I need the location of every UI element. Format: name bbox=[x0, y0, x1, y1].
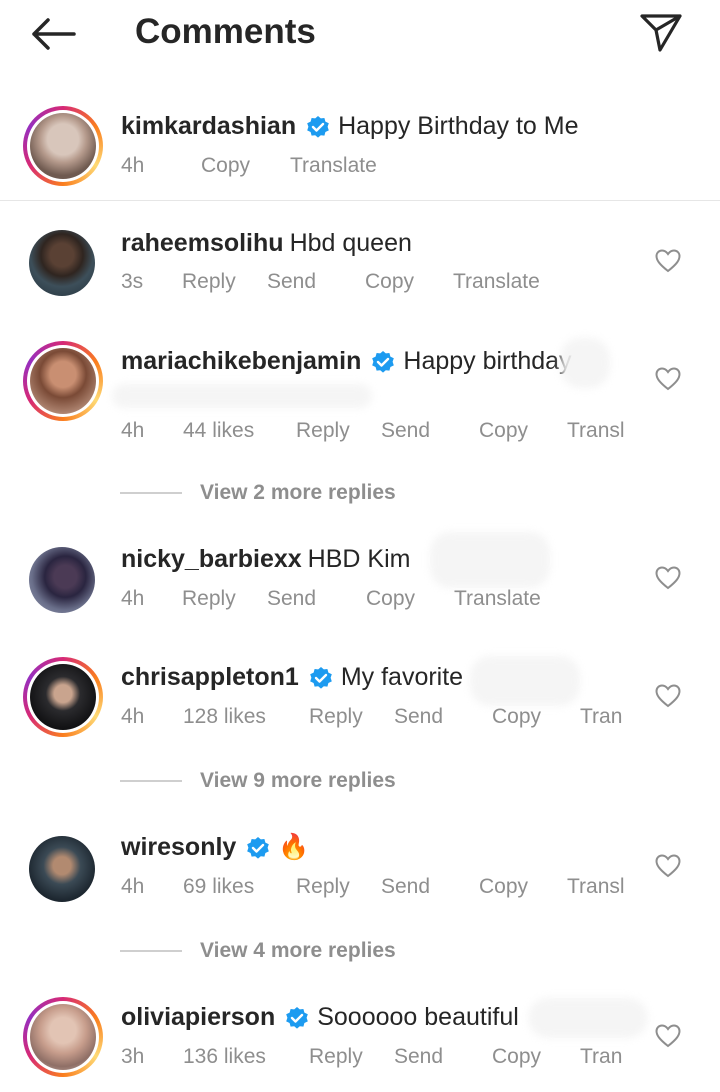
comment-text: Hbd queen bbox=[289, 229, 412, 257]
comment-text: My favorite bbox=[340, 663, 464, 691]
verified-badge-icon bbox=[306, 115, 330, 139]
avatar[interactable] bbox=[29, 836, 95, 902]
replies-line bbox=[120, 950, 182, 952]
username[interactable]: mariachikebenjamin bbox=[121, 347, 361, 376]
comment-line: chrisappleton1 My favorite bbox=[121, 663, 463, 692]
story-ring[interactable] bbox=[23, 657, 103, 737]
replies-line bbox=[120, 780, 182, 782]
view-more-replies-label[interactable]: View 9 more replies bbox=[200, 769, 396, 793]
verified-badge-icon bbox=[371, 350, 395, 374]
copy-button[interactable]: Copy bbox=[479, 875, 528, 899]
avatar[interactable] bbox=[30, 348, 96, 414]
heart-outline-icon[interactable] bbox=[655, 684, 681, 708]
timestamp: 4h bbox=[121, 875, 145, 898]
avatar[interactable] bbox=[30, 664, 96, 730]
username[interactable]: kimkardashian bbox=[121, 112, 296, 141]
heart-outline-icon[interactable] bbox=[655, 367, 681, 391]
view-more-replies[interactable]: View 4 more replies bbox=[120, 939, 396, 963]
translate-button[interactable]: Translate bbox=[453, 270, 540, 294]
reply-button[interactable]: Reply bbox=[182, 270, 236, 294]
username[interactable]: oliviapierson bbox=[121, 1003, 275, 1032]
comment-text: Happy birthday bbox=[403, 347, 572, 375]
avatar[interactable] bbox=[29, 230, 95, 296]
send-button[interactable]: Send bbox=[267, 587, 316, 611]
translate-button[interactable]: Translate bbox=[454, 587, 541, 611]
copy-button[interactable]: Copy bbox=[366, 587, 415, 611]
story-ring[interactable] bbox=[23, 106, 103, 186]
timestamp: 4h bbox=[121, 705, 145, 728]
story-ring[interactable] bbox=[23, 997, 103, 1077]
timestamp: 4h bbox=[121, 419, 145, 442]
heart-outline-icon[interactable] bbox=[655, 566, 681, 590]
username[interactable]: wiresonly bbox=[121, 833, 236, 862]
send-button[interactable]: Send bbox=[381, 875, 430, 899]
username[interactable]: raheemsolihu bbox=[121, 229, 284, 258]
timestamp: 4h bbox=[121, 154, 145, 177]
view-more-replies[interactable]: View 2 more replies bbox=[120, 481, 396, 505]
redaction bbox=[560, 338, 610, 388]
timestamp: 4h bbox=[121, 587, 145, 610]
comment-text: 🔥 bbox=[278, 833, 310, 861]
translate-button[interactable]: Translate bbox=[290, 154, 377, 178]
redaction bbox=[112, 384, 372, 408]
story-ring[interactable] bbox=[23, 341, 103, 421]
avatar[interactable] bbox=[30, 1004, 96, 1070]
reply-button[interactable]: Reply bbox=[309, 1045, 363, 1069]
heart-outline-icon[interactable] bbox=[655, 249, 681, 273]
translate-button[interactable]: Tran bbox=[580, 705, 622, 729]
likes-count[interactable]: 44 likes bbox=[183, 419, 254, 443]
likes-count[interactable]: 69 likes bbox=[183, 875, 254, 899]
page-title: Comments bbox=[135, 12, 316, 51]
view-more-replies-label[interactable]: View 4 more replies bbox=[200, 939, 396, 963]
send-button[interactable]: Send bbox=[394, 705, 443, 729]
redaction bbox=[528, 998, 648, 1038]
verified-badge-icon bbox=[309, 666, 333, 690]
likes-count[interactable]: 128 likes bbox=[183, 705, 266, 729]
redaction bbox=[470, 656, 580, 706]
comment-line: mariachikebenjamin Happy birthday bbox=[121, 347, 572, 376]
send-button[interactable]: Send bbox=[394, 1045, 443, 1069]
comment-line: oliviapierson Soooooo beautiful bbox=[121, 1003, 519, 1032]
view-more-replies-label[interactable]: View 2 more replies bbox=[200, 481, 396, 505]
copy-button[interactable]: Copy bbox=[365, 270, 414, 294]
reply-button[interactable]: Reply bbox=[296, 875, 350, 899]
reply-button[interactable]: Reply bbox=[296, 419, 350, 443]
divider bbox=[0, 200, 720, 201]
send-button[interactable]: Send bbox=[381, 419, 430, 443]
replies-line bbox=[120, 492, 182, 494]
translate-button[interactable]: Transl bbox=[567, 419, 625, 443]
heart-outline-icon[interactable] bbox=[655, 1024, 681, 1048]
avatar[interactable] bbox=[29, 547, 95, 613]
reply-button[interactable]: Reply bbox=[182, 587, 236, 611]
avatar[interactable] bbox=[30, 113, 96, 179]
likes-count[interactable]: 136 likes bbox=[183, 1045, 266, 1069]
header-bar: Comments bbox=[0, 0, 720, 68]
caption-text: Happy Birthday to Me bbox=[338, 112, 579, 140]
comment-line: nicky_barbiexx HBD Kim bbox=[121, 545, 410, 574]
copy-button[interactable]: Copy bbox=[492, 1045, 541, 1069]
translate-button[interactable]: Transl bbox=[567, 875, 625, 899]
view-more-replies[interactable]: View 9 more replies bbox=[120, 769, 396, 793]
caption-line: kimkardashian Happy Birthday to Me bbox=[121, 112, 579, 141]
redaction bbox=[430, 532, 550, 588]
copy-button[interactable]: Copy bbox=[492, 705, 541, 729]
heart-outline-icon[interactable] bbox=[655, 854, 681, 878]
verified-badge-icon bbox=[285, 1006, 309, 1030]
copy-button[interactable]: Copy bbox=[201, 154, 250, 178]
copy-button[interactable]: Copy bbox=[479, 419, 528, 443]
verified-badge-icon bbox=[246, 836, 270, 860]
back-arrow-icon[interactable] bbox=[30, 16, 76, 52]
timestamp: 3s bbox=[121, 270, 144, 293]
translate-button[interactable]: Tran bbox=[580, 1045, 622, 1069]
comment-line: raheemsolihu Hbd queen bbox=[121, 229, 412, 258]
username[interactable]: nicky_barbiexx bbox=[121, 545, 302, 574]
comment-line: wiresonly 🔥 bbox=[121, 833, 309, 862]
timestamp: 3h bbox=[121, 1045, 145, 1068]
username[interactable]: chrisappleton1 bbox=[121, 663, 299, 692]
reply-button[interactable]: Reply bbox=[309, 705, 363, 729]
comment-text: HBD Kim bbox=[307, 545, 411, 573]
paper-plane-icon[interactable] bbox=[638, 12, 684, 52]
comment-text: Soooooo beautiful bbox=[317, 1003, 519, 1031]
send-button[interactable]: Send bbox=[267, 270, 316, 294]
